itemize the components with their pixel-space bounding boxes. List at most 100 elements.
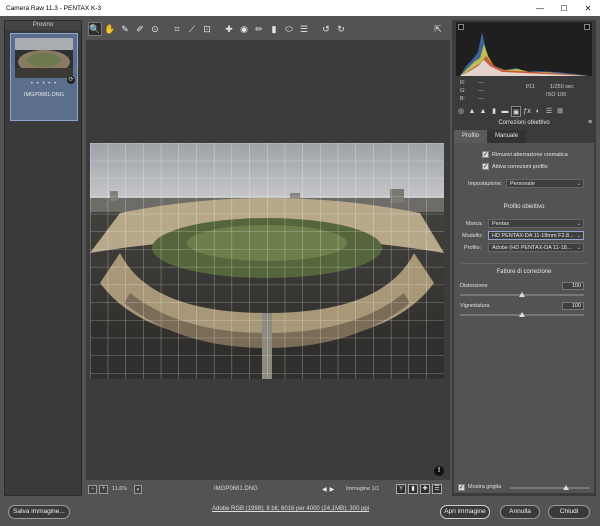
rotate-cw-tool-icon[interactable]: ↻ [334,22,348,36]
graduated-filter-tool-icon[interactable]: ▮ [267,22,281,36]
enable-profile-corrections-checkbox[interactable]: ✓ Attiva correzioni profilo [482,163,592,170]
view-buttons: Y ▮ ✚ ☰ [396,484,442,494]
chevron-down-icon: ⌄ [576,245,581,251]
toolbar: 🔍 ✋ ✎ ✐ ⊙ ⌗ ⟋ ⊡ ✚ ◉ ✏ ▮ ⬭ ☰ ↺ ↻ [86,20,450,38]
basic-panel-icon[interactable]: ◎ [456,106,466,117]
preview-image [90,143,444,379]
snapshots-panel-icon[interactable]: ⊞ [555,106,565,117]
r-value: --- [478,80,484,86]
next-image-button[interactable]: ▶ [330,486,335,493]
tab-manuale[interactable]: Manuale [487,130,527,143]
filmstrip-panel: Provino ⟳ • • • • • IMGP0681.DNG [4,20,82,496]
thumbnail-filename: IMGP0681.DNG [23,92,65,98]
detail-panel-icon[interactable]: ▲ [478,106,488,117]
preview-canvas[interactable]: ! [86,40,450,480]
split-toning-icon[interactable]: ▬ [500,106,510,117]
preferences-tool-icon[interactable]: ☰ [297,22,311,36]
model-dropdown[interactable]: HD PENTAX-DA 11-18mm F2.8... ⌄ [488,231,584,240]
thumbnail-rating[interactable]: • • • • • [11,81,77,87]
filmstrip-thumbnail[interactable]: ⟳ • • • • • IMGP0681.DNG [10,33,78,121]
image-navigation: ◀ ▶ [322,486,334,493]
fullscreen-icon[interactable]: ⇱ [431,22,445,36]
cancel-button[interactable]: Annulla [500,505,540,519]
crop-tool-icon[interactable]: ⌗ [170,22,184,36]
copy-settings-button[interactable]: ✚ [420,484,430,494]
red-eye-tool-icon[interactable]: ◉ [237,22,251,36]
presets-panel-icon[interactable]: ☰ [544,106,554,117]
vignetting-value[interactable]: 100 [562,302,584,310]
lens-profile-body: ✓ Rimuovi aberrazione cromatica ✓ Attiva… [454,143,594,493]
warning-icon[interactable]: ! [434,466,444,476]
profile-label: Profilo: [464,245,482,251]
setting-label: Impostazione: [468,181,503,187]
zoom-tool-icon[interactable]: 🔍 [88,22,102,36]
show-grid-label: Mostra griglia [468,484,502,490]
vignetting-label: Vignettatura [460,303,490,309]
calibration-panel-icon[interactable]: ◐ [533,106,543,117]
preview-statusbar: − + 11,6% ▾ IMGP0681.DNG ◀ ▶ Immagine 1/… [86,482,450,496]
previous-image-button[interactable]: ◀ [322,486,327,493]
vignetting-slider-thumb[interactable] [519,312,525,317]
histogram-readout: R: --- G: --- B: --- f/11 1/250 sec ISO … [456,78,592,106]
open-image-button[interactable]: Apri immagine [440,505,490,519]
adjustment-brush-tool-icon[interactable]: ✏ [252,22,266,36]
save-image-button[interactable]: Salva immagine... [8,505,70,519]
shadow-clipping-toggle[interactable] [458,24,464,30]
toggle-settings-button[interactable]: ☰ [432,484,442,494]
g-value: --- [478,88,484,94]
swap-settings-button[interactable]: ▮ [408,484,418,494]
distortion-slider-thumb[interactable] [519,292,525,297]
panel-tab-icons: ◎ ▲ ▲ ▮ ▬ ▣ ƒx ◐ ☰ ⊞ [454,106,594,118]
preview-filename: IMGP0681.DNG [214,486,258,492]
tone-curve-icon[interactable]: ▲ [467,106,477,117]
maximize-button[interactable]: ☐ [552,0,576,16]
grid-size-slider[interactable] [510,487,590,489]
zoom-out-button[interactable]: − [88,484,97,494]
zoom-in-button[interactable]: + [99,484,108,494]
spot-removal-tool-icon[interactable]: ✚ [222,22,236,36]
lens-corrections-icon[interactable]: ▣ [511,106,521,117]
targeted-adjustment-tool-icon[interactable]: ⊙ [148,22,162,36]
checkbox-label: Attiva correzioni profilo [492,163,548,170]
window-controls: — ☐ ✕ [528,0,600,16]
checkbox-checked-icon: ✓ [482,151,489,158]
distortion-value[interactable]: 100 [562,282,584,290]
minimize-button[interactable]: — [528,0,552,16]
highlight-clipping-toggle[interactable] [584,24,590,30]
done-button[interactable]: Chiudi [548,505,590,519]
checkbox-checked-icon: ✓ [482,163,489,170]
close-window-button[interactable]: ✕ [576,0,600,16]
chevron-down-icon: ⌄ [576,221,581,227]
transform-tool-icon[interactable]: ⊡ [200,22,214,36]
workflow-options-link[interactable]: Adobe RGB (1998); 8 bit; 6016 per 4000 (… [212,506,369,512]
histogram [456,22,592,76]
iso-value: ISO 100 [546,92,567,98]
straighten-tool-icon[interactable]: ⟋ [185,22,199,36]
panel-menu-icon[interactable]: ≡ [586,119,594,127]
white-balance-tool-icon[interactable]: ✎ [118,22,132,36]
make-dropdown[interactable]: Pentax ⌄ [488,219,584,228]
chevron-down-icon: ⌄ [576,233,581,239]
grid-size-slider-thumb[interactable] [563,485,569,490]
divider [462,263,586,264]
setting-value: Personale [510,181,535,187]
profile-dropdown[interactable]: Adobe (HD PENTAX-DA 11-18... ⌄ [488,243,584,252]
tab-profilo[interactable]: Profilo [454,130,488,143]
before-after-toggle-button[interactable]: Y [396,484,406,494]
model-value: HD PENTAX-DA 11-18mm F2.8... [492,233,574,239]
setting-dropdown[interactable]: Personale ⌄ [506,179,584,188]
rotate-ccw-tool-icon[interactable]: ↺ [319,22,333,36]
effects-panel-icon[interactable]: ƒx [522,106,532,117]
color-sampler-tool-icon[interactable]: ✐ [133,22,147,36]
hand-tool-icon[interactable]: ✋ [103,22,117,36]
zoom-dropdown[interactable]: ▾ [134,484,142,494]
r-label: R: [460,80,466,86]
remove-chromatic-aberration-checkbox[interactable]: ✓ Rimuovi aberrazione cromatica [482,151,592,158]
make-value: Pentax [492,221,510,227]
hsl-panel-icon[interactable]: ▮ [489,106,499,117]
footer-bar: Salva immagine... Adobe RGB (1998); 8 bi… [0,500,600,526]
shutter-value: 1/250 sec [550,84,574,90]
g-label: G: [460,88,466,94]
title-bar: Camera Raw 11.3 - PENTAX K-3 — ☐ ✕ [0,0,600,16]
radial-filter-tool-icon[interactable]: ⬭ [282,22,296,36]
